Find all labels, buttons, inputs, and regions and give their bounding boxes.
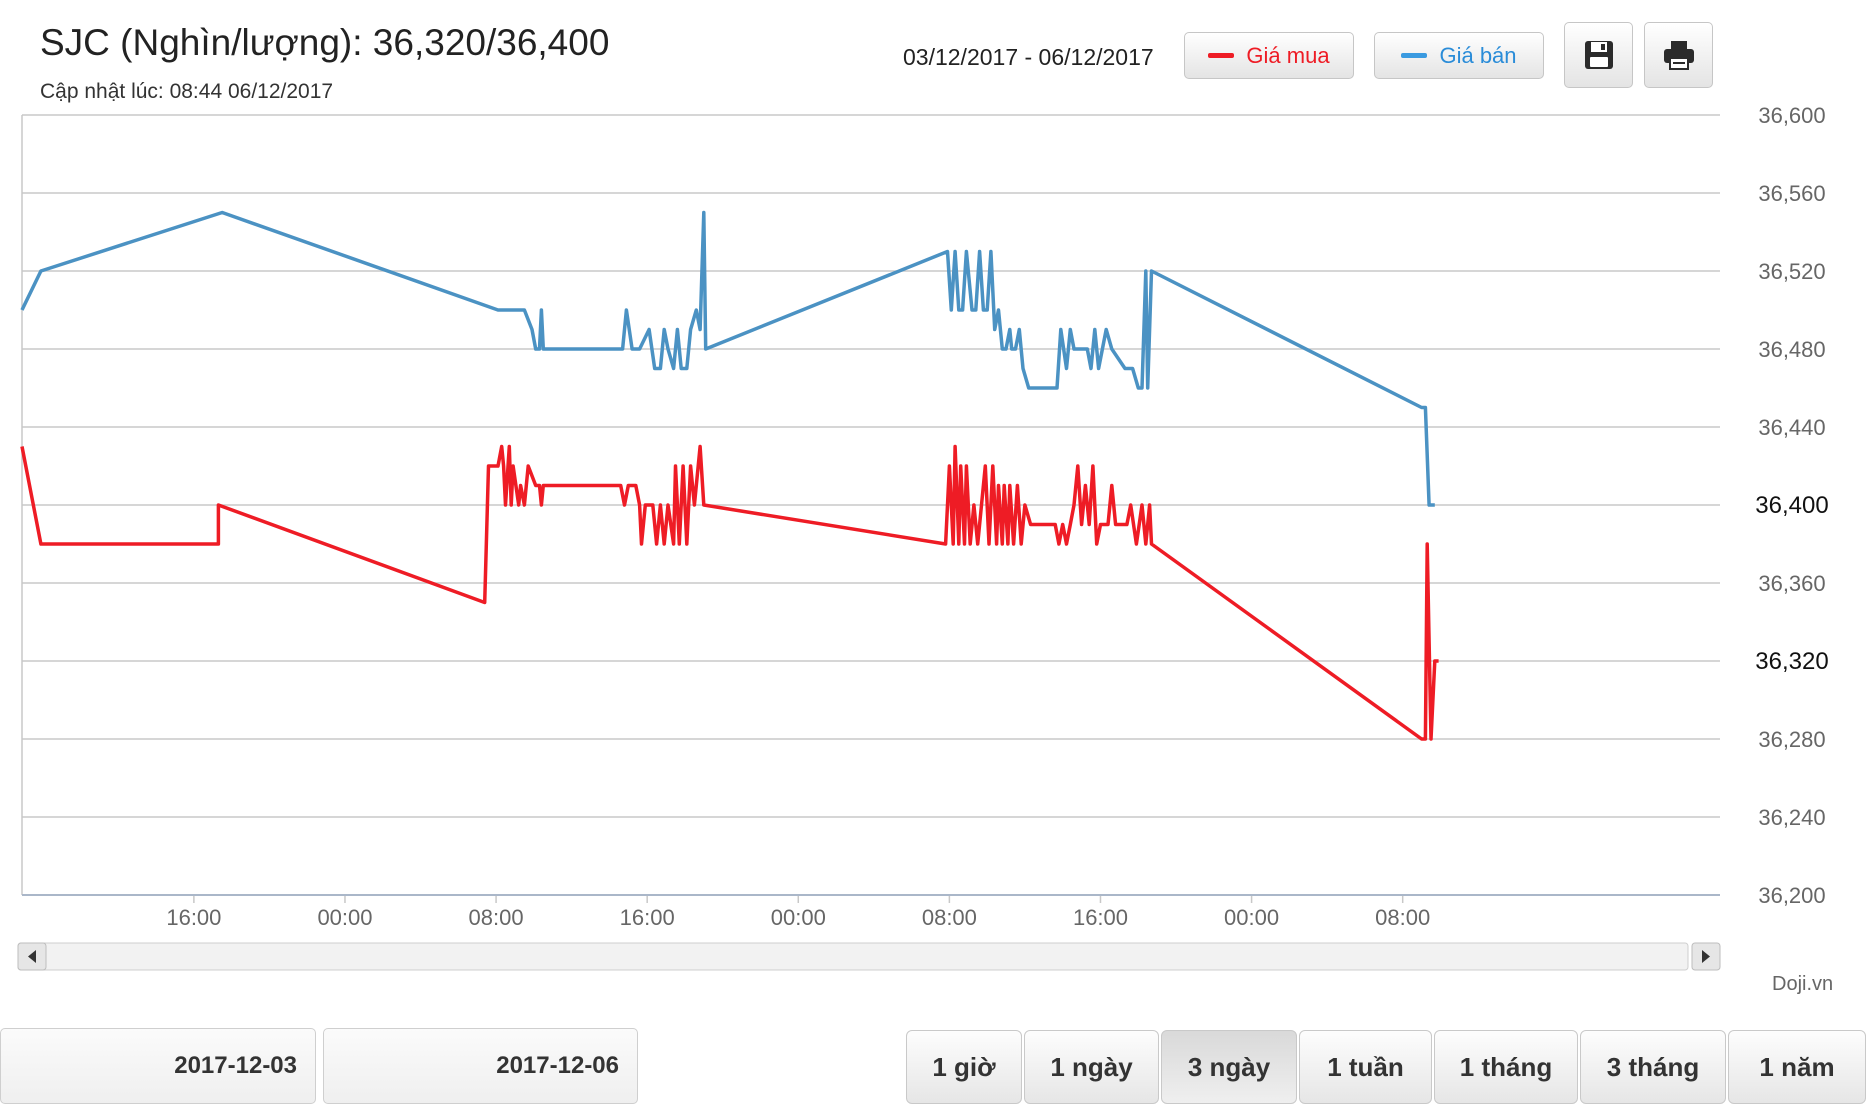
y-tick-label: 36,360 bbox=[1758, 571, 1825, 596]
y-tick-label: 36,200 bbox=[1758, 883, 1825, 908]
x-tick-label: 16:00 bbox=[1073, 905, 1128, 930]
y-tick-label: 36,240 bbox=[1758, 805, 1825, 830]
zoom-label: 3 ngày bbox=[1187, 1051, 1271, 1082]
x-tick-label: 08:00 bbox=[922, 905, 977, 930]
zoom-1-month-button[interactable]: 1 tháng bbox=[1434, 1030, 1578, 1104]
y-tick-label: 36,440 bbox=[1758, 415, 1825, 440]
zoom-1-year-button[interactable]: 1 năm bbox=[1728, 1030, 1866, 1104]
zoom-label: 1 tuần bbox=[1327, 1051, 1404, 1082]
scrollbar-track bbox=[17, 942, 1689, 971]
from-date-value: 2017-12-03 bbox=[174, 1052, 297, 1079]
zoom-label: 1 giờ bbox=[932, 1051, 996, 1082]
zoom-label: 3 tháng bbox=[1606, 1051, 1700, 1082]
zoom-1-hour-button[interactable]: 1 giờ bbox=[906, 1030, 1022, 1104]
x-tick-label: 00:00 bbox=[1224, 905, 1279, 930]
y-tick-label: 36,480 bbox=[1758, 337, 1825, 362]
to-date-value: 2017-12-06 bbox=[496, 1052, 619, 1079]
x-tick-label: 08:00 bbox=[469, 905, 524, 930]
y-tick-label: 36,320 bbox=[1755, 648, 1828, 675]
y-tick-label: 36,400 bbox=[1755, 492, 1828, 519]
zoom-label: 1 năm bbox=[1759, 1051, 1835, 1082]
x-tick-label: 16:00 bbox=[620, 905, 675, 930]
to-date-input[interactable]: 2017-12-06 bbox=[323, 1028, 638, 1104]
price-chart: 36,200 36,240 36,280 36,320 36,360 36,400 36,4… bbox=[17, 103, 1829, 971]
from-date-input[interactable]: 2017-12-03 bbox=[0, 1028, 316, 1104]
y-tick-label: 36,600 bbox=[1758, 103, 1825, 128]
y-tick-label: 36,280 bbox=[1758, 727, 1825, 752]
zoom-label: 1 tháng bbox=[1459, 1051, 1553, 1082]
y-tick-label: 36,560 bbox=[1758, 181, 1825, 206]
zoom-3-days-button[interactable]: 3 ngày bbox=[1161, 1030, 1297, 1104]
x-tick-label: 00:00 bbox=[317, 905, 372, 930]
x-tick-label: 16:00 bbox=[166, 905, 221, 930]
x-tick-label: 08:00 bbox=[1375, 905, 1430, 930]
y-tick-label: 36,520 bbox=[1758, 259, 1825, 284]
x-tick-label: 00:00 bbox=[771, 905, 826, 930]
source-credit: Doji.vn bbox=[1772, 973, 1834, 995]
zoom-1-day-button[interactable]: 1 ngày bbox=[1024, 1030, 1159, 1104]
zoom-3-months-button[interactable]: 3 tháng bbox=[1580, 1030, 1726, 1104]
zoom-label: 1 ngày bbox=[1050, 1051, 1133, 1082]
zoom-1-week-button[interactable]: 1 tuần bbox=[1299, 1030, 1432, 1104]
